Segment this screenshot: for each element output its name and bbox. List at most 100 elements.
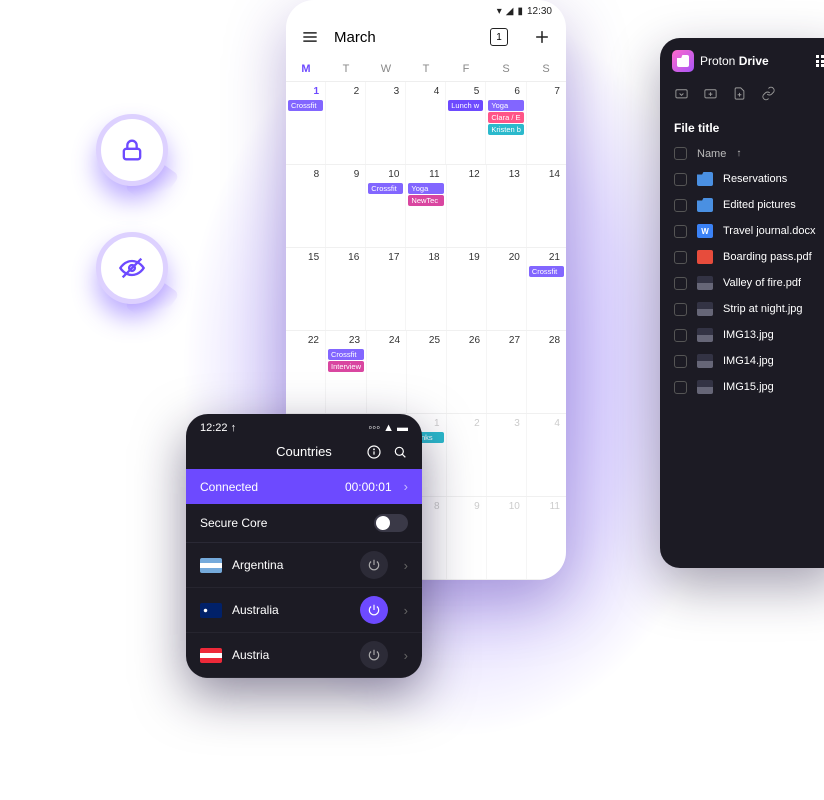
file-row[interactable]: IMG13.jpg — [660, 322, 824, 348]
calendar-day-cell[interactable]: 1Crossfit — [286, 82, 326, 164]
select-all-checkbox[interactable] — [674, 147, 687, 160]
calendar-day-cell[interactable]: 16 — [326, 248, 366, 330]
calendar-day-cell[interactable]: 5Lunch w — [446, 82, 486, 164]
calendar-day-cell[interactable]: 6YogaClara / EKristen b — [486, 82, 527, 164]
connect-button[interactable] — [360, 596, 388, 624]
calendar-day-cell[interactable]: 4 — [406, 82, 446, 164]
calendar-day-cell[interactable]: 4 — [527, 414, 566, 496]
calendar-day-cell[interactable]: 26 — [447, 331, 487, 413]
go-folder-icon[interactable] — [674, 86, 689, 101]
calendar-day-cell[interactable]: 21Crossfit — [527, 248, 566, 330]
secure-core-toggle[interactable] — [374, 514, 408, 532]
calendar-event[interactable]: Yoga — [408, 183, 443, 194]
chevron-right-icon: › — [404, 558, 408, 573]
file-checkbox[interactable] — [674, 225, 687, 238]
today-button[interactable]: 1 — [490, 28, 508, 46]
info-icon[interactable] — [366, 444, 382, 460]
calendar-day-cell[interactable]: 25 — [407, 331, 447, 413]
file-row[interactable]: Reservations — [660, 166, 824, 192]
calendar-event[interactable]: Crossfit — [328, 349, 364, 360]
file-checkbox[interactable] — [674, 251, 687, 264]
calendar-event[interactable]: Lunch w — [448, 100, 483, 111]
day-number: 11 — [529, 499, 564, 514]
calendar-day-cell[interactable]: 3 — [487, 414, 527, 496]
calendar-event[interactable]: Crossfit — [288, 100, 323, 111]
calendar-event[interactable]: Interview — [328, 361, 364, 372]
calendar-event[interactable]: Kristen b — [488, 124, 524, 135]
calendar-week-row: 1Crossfit2345Lunch w6YogaClara / EKriste… — [286, 82, 566, 165]
file-row[interactable]: Strip at night.jpg — [660, 296, 824, 322]
file-row[interactable]: IMG14.jpg — [660, 348, 824, 374]
calendar-day-cell[interactable]: 11 — [527, 497, 566, 579]
vpn-connected-bar[interactable]: Connected 00:00:01› — [186, 469, 422, 504]
file-checkbox[interactable] — [674, 329, 687, 342]
day-header: W — [366, 57, 406, 81]
calendar-day-cell[interactable]: 10 — [487, 497, 527, 579]
file-checkbox[interactable] — [674, 173, 687, 186]
day-number: 11 — [408, 167, 443, 182]
file-checkbox[interactable] — [674, 303, 687, 316]
add-event-icon[interactable] — [532, 27, 552, 47]
connected-label: Connected — [200, 480, 258, 494]
calendar-day-headers: MTWTFSS — [286, 57, 566, 82]
connect-button[interactable] — [360, 551, 388, 579]
file-row[interactable]: Valley of fire.pdf — [660, 270, 824, 296]
link-icon[interactable] — [761, 86, 776, 101]
file-name: Valley of fire.pdf — [723, 277, 801, 289]
calendar-day-cell[interactable]: 9 — [326, 165, 366, 247]
calendar-event[interactable]: NewTec — [408, 195, 443, 206]
file-checkbox[interactable] — [674, 199, 687, 212]
calendar-month-title[interactable]: March — [334, 29, 476, 46]
file-row[interactable]: IMG15.jpg — [660, 374, 824, 400]
vpn-country-row[interactable]: Austria› — [186, 633, 422, 678]
day-header: S — [486, 57, 526, 81]
calendar-day-cell[interactable]: 24 — [367, 331, 407, 413]
calendar-day-cell[interactable]: 27 — [487, 331, 527, 413]
calendar-day-cell[interactable]: 10Crossfit — [366, 165, 406, 247]
calendar-day-cell[interactable]: 2 — [447, 414, 487, 496]
calendar-day-cell[interactable]: 18 — [406, 248, 446, 330]
calendar-day-cell[interactable]: 14 — [527, 165, 566, 247]
calendar-day-cell[interactable]: 19 — [447, 248, 487, 330]
calendar-day-cell[interactable]: 3 — [366, 82, 406, 164]
calendar-event[interactable]: Crossfit — [529, 266, 564, 277]
calendar-event[interactable]: Clara / E — [488, 112, 524, 123]
calendar-day-cell[interactable]: 11YogaNewTec — [406, 165, 446, 247]
vpn-title: Countries — [276, 444, 332, 459]
calendar-event[interactable]: Yoga — [488, 100, 524, 111]
calendar-day-cell[interactable]: 9 — [447, 497, 487, 579]
file-checkbox[interactable] — [674, 355, 687, 368]
privacy-badge — [96, 232, 168, 304]
file-checkbox[interactable] — [674, 381, 687, 394]
calendar-day-cell[interactable]: 2 — [326, 82, 366, 164]
calendar-day-cell[interactable]: 23CrossfitInterview — [326, 331, 367, 413]
day-number: 10 — [368, 167, 403, 182]
vpn-country-row[interactable]: Australia› — [186, 588, 422, 633]
file-checkbox[interactable] — [674, 277, 687, 290]
menu-icon[interactable] — [300, 27, 320, 47]
file-name: Strip at night.jpg — [723, 303, 803, 315]
connect-button[interactable] — [360, 641, 388, 669]
calendar-day-cell[interactable]: 8 — [286, 165, 326, 247]
search-icon[interactable] — [392, 444, 408, 460]
file-name: Edited pictures — [723, 199, 796, 211]
calendar-day-cell[interactable]: 20 — [487, 248, 527, 330]
calendar-day-cell[interactable]: 28 — [527, 331, 566, 413]
calendar-day-cell[interactable]: 17 — [366, 248, 406, 330]
new-folder-icon[interactable] — [703, 86, 718, 101]
word-doc-icon: W — [697, 224, 713, 238]
file-row[interactable]: Boarding pass.pdf — [660, 244, 824, 270]
status-time: 12:30 — [527, 6, 552, 17]
drive-list-header[interactable]: Name ↑ — [660, 141, 824, 166]
apps-grid-icon[interactable] — [816, 55, 824, 67]
calendar-day-cell[interactable]: 15 — [286, 248, 326, 330]
calendar-day-cell[interactable]: 7 — [527, 82, 566, 164]
vpn-country-row[interactable]: Argentina› — [186, 543, 422, 588]
file-row[interactable]: WTravel journal.docx — [660, 218, 824, 244]
calendar-day-cell[interactable]: 12 — [447, 165, 487, 247]
calendar-day-cell[interactable]: 22 — [286, 331, 326, 413]
calendar-day-cell[interactable]: 13 — [487, 165, 527, 247]
file-row[interactable]: Edited pictures — [660, 192, 824, 218]
calendar-event[interactable]: Crossfit — [368, 183, 403, 194]
upload-file-icon[interactable] — [732, 86, 747, 101]
